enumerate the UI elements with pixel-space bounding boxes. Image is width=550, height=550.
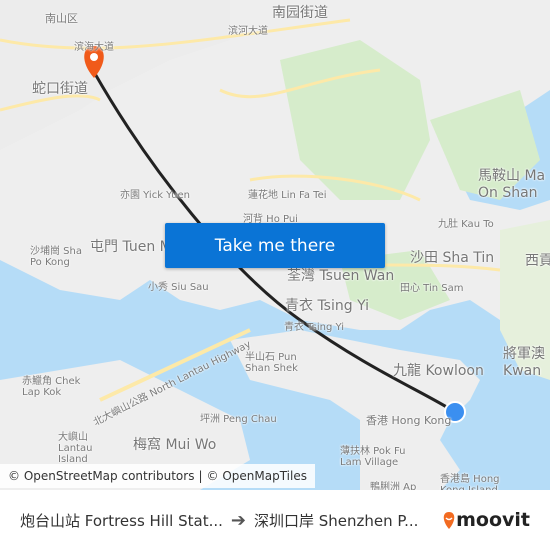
map[interactable]: 南山区 南园街道 滨河大道 滨海大道 蛇口街道 亦園 Yick Yuen 蓮花地… (0, 0, 550, 490)
map-label: 赤鱲角 Chek Lap Kok (22, 376, 81, 398)
moovit-brand: moovit (456, 509, 530, 531)
map-label: 田心 Tin Sam (400, 283, 464, 294)
map-label: 將軍澳 Kwan (503, 346, 545, 379)
map-label: 蓮花地 Lin Fa Tei (248, 190, 327, 201)
attribution-separator: | (198, 469, 203, 483)
map-label: 梅窩 Mui Wo (133, 437, 217, 453)
map-label: 青衣 Tsing Yi (285, 298, 370, 314)
map-label: 蛇口街道 (32, 81, 88, 97)
map-label: 青衣 Tsing Yi (284, 322, 345, 333)
map-label: 小秀 Siu Sau (148, 282, 209, 293)
map-label: 香港 Hong Kong (366, 414, 452, 427)
map-label: 馬鞍山 Ma On Shan (478, 168, 546, 201)
map-label: 沙田 Sha Tin (410, 250, 495, 266)
take-me-there-button[interactable]: Take me there (165, 223, 385, 268)
map-label: 大嶼山 Lantau Island (58, 432, 93, 465)
map-label: 坪洲 Peng Chau (200, 414, 277, 425)
map-label: 滨海大道 (74, 42, 114, 53)
osm-attribution-link[interactable]: © OpenStreetMap contributors (8, 469, 194, 483)
map-attribution: © OpenStreetMap contributors | © OpenMap… (0, 464, 315, 488)
route-footer: 炮台山站 Fortress Hill Stat... ➔ 深圳口岸 Shenzh… (0, 490, 550, 550)
moovit-logo: moovit (442, 509, 530, 531)
map-label: 西貢 (525, 253, 550, 269)
moovit-pin-icon (443, 512, 455, 529)
openmaptiles-attribution-link[interactable]: © OpenMapTiles (207, 469, 307, 483)
origin-name: 炮台山站 Fortress Hill Stat... (20, 511, 223, 530)
map-label: 亦園 Yick Yuen (120, 190, 190, 201)
map-label: 南山区 (45, 12, 78, 25)
map-label: 荃灣 Tsuen Wan (287, 268, 395, 284)
destination-name: 深圳口岸 Shenzhen P... (253, 511, 419, 530)
map-label: 香港島 Hong Kong Island (440, 474, 500, 490)
map-label: 半山石 Pun Shan Shek (245, 352, 298, 374)
arrow-right-icon: ➔ (230, 509, 246, 531)
map-label: 薄扶林 Pok Fu Lam Village (340, 446, 406, 468)
map-label: 九龍 Kowloon (393, 363, 484, 379)
map-label: 九肚 Kau To (438, 219, 494, 230)
map-label: 沙埔崗 Sha Po Kong (30, 246, 82, 268)
map-label: 南园街道 (272, 5, 328, 21)
map-label: 鴨脷洲 Ap (370, 482, 417, 490)
map-label: 滨河大道 (228, 26, 268, 37)
